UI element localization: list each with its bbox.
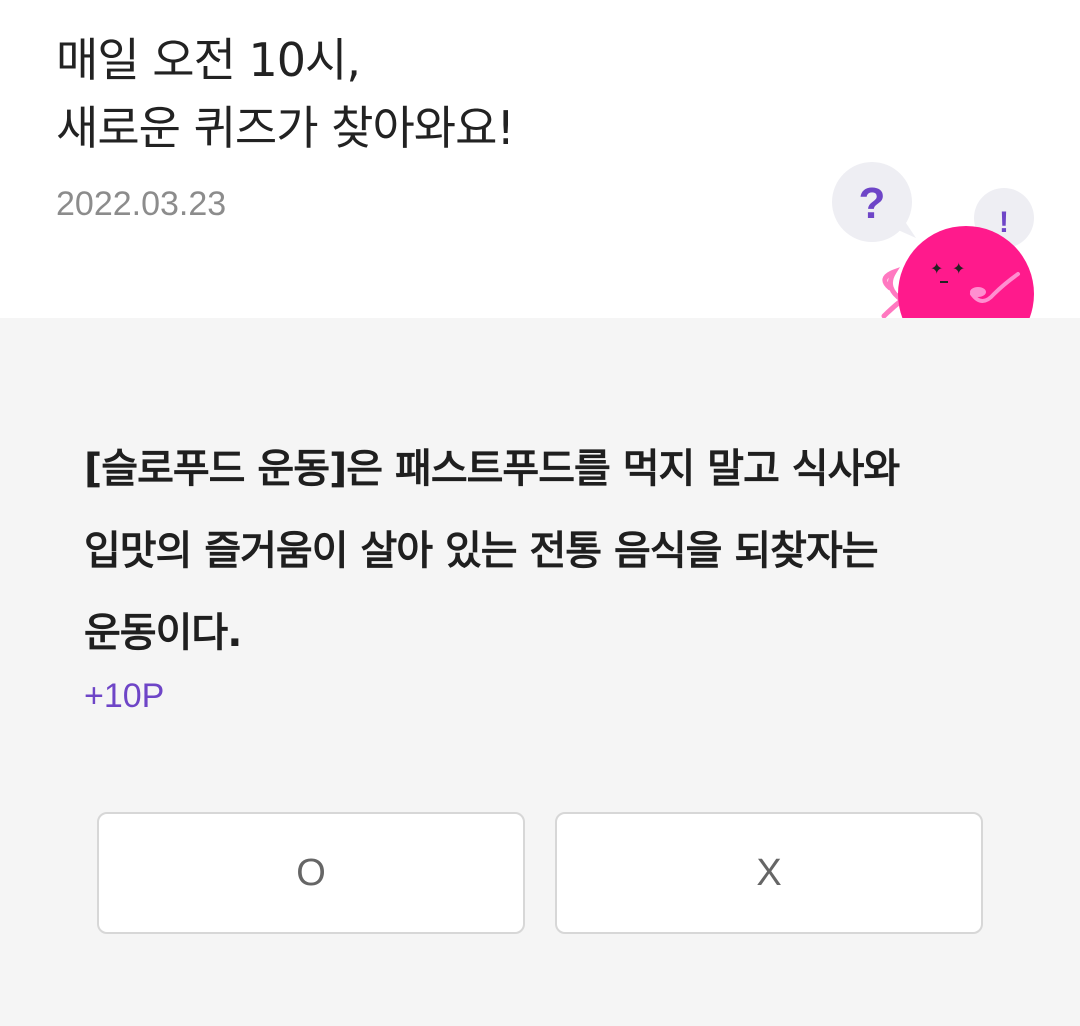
answer-x-label: X bbox=[756, 851, 782, 894]
answer-o-button[interactable]: O bbox=[97, 812, 525, 934]
quiz-header: 매일 오전 10시, 새로운 퀴즈가 찾아와요! 2022.03.23 ? ! … bbox=[0, 0, 1080, 318]
reward-points-badge: +10P bbox=[84, 677, 165, 715]
question-mark: ? bbox=[859, 179, 886, 228]
headline-line-1: 매일 오전 10시, bbox=[56, 33, 361, 87]
question-bubble-icon: ? bbox=[832, 162, 916, 242]
quiz-card: [슬로푸드 운동]은 패스트푸드를 먹지 말고 식사와 입맛의 즐거움이 살아 … bbox=[0, 318, 1080, 1026]
svg-text:✦: ✦ bbox=[930, 259, 943, 278]
quiz-date: 2022.03.23 bbox=[56, 185, 227, 223]
quiz-mascot-illustration: ? ! ✦ ✦ bbox=[832, 162, 1034, 318]
answer-x-button[interactable]: X bbox=[555, 812, 983, 934]
page-title: 매일 오전 10시, 새로운 퀴즈가 찾아와요! bbox=[56, 26, 515, 162]
headline-line-2: 새로운 퀴즈가 찾아와요! bbox=[56, 101, 515, 155]
svg-text:✦: ✦ bbox=[952, 259, 965, 278]
quiz-question: [슬로푸드 운동]은 패스트푸드를 먹지 말고 식사와 입맛의 즐거움이 살아 … bbox=[84, 446, 900, 656]
answer-o-label: O bbox=[296, 851, 326, 894]
exclamation-mark: ! bbox=[999, 206, 1009, 239]
